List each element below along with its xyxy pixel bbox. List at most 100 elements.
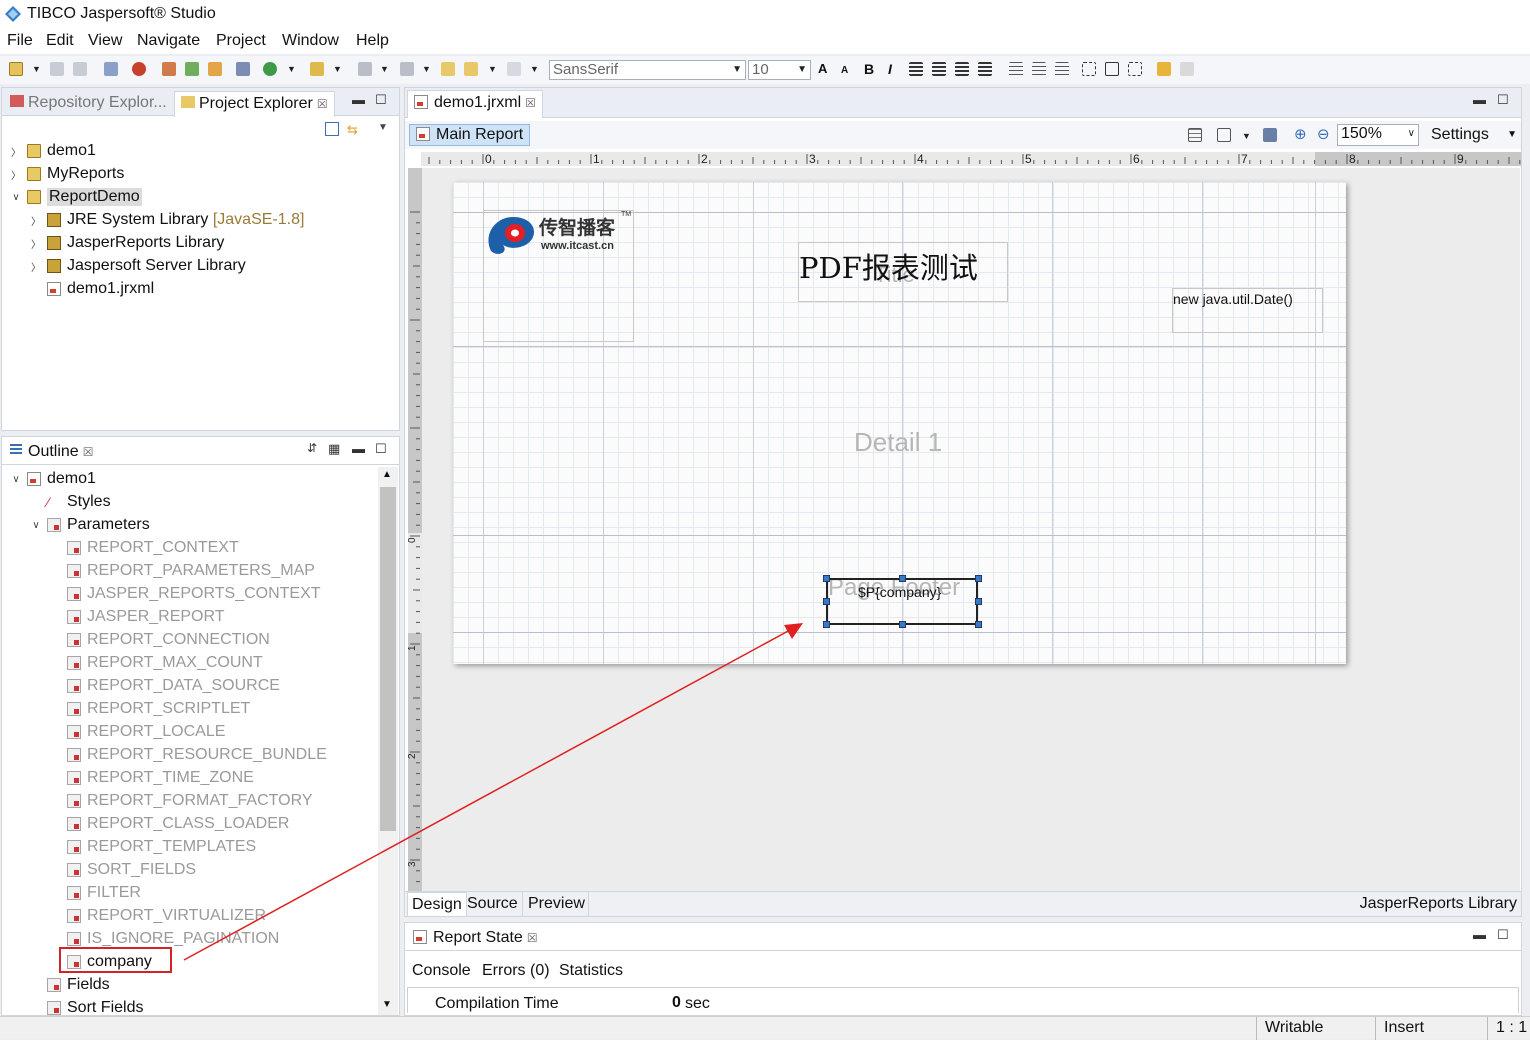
zoom-in-icon[interactable]: ⊕	[1294, 125, 1307, 143]
scroll-down-icon[interactable]: ▼	[382, 999, 392, 1010]
back-icon[interactable]	[464, 62, 478, 76]
resize-handle[interactable]	[975, 575, 982, 582]
align-bottom-icon[interactable]	[1055, 62, 1069, 76]
menu-view[interactable]: View	[88, 32, 122, 50]
scroll-up-icon[interactable]: ▲	[382, 469, 392, 480]
tree-item-jasperreports-library[interactable]: 〉 JasperReports Library	[30, 232, 224, 254]
maximize-icon[interactable]: ☐	[375, 92, 387, 108]
menu-edit[interactable]: Edit	[46, 32, 74, 50]
chevron-down-icon[interactable]: ∨	[30, 520, 42, 531]
resize-handle[interactable]	[899, 621, 906, 628]
outline-param-item[interactable]: REPORT_TIME_ZONE	[50, 767, 254, 789]
tab-source[interactable]: Source	[467, 895, 518, 913]
report-page[interactable]: Title Detail 1 Page Footer 传智播客 TM www.i…	[453, 182, 1346, 664]
external-tools-icon[interactable]	[310, 62, 324, 76]
outline-param-item[interactable]: REPORT_CONTEXT	[50, 537, 239, 559]
font-name-combo[interactable]: SansSerif ▼	[549, 60, 746, 80]
outline-param-item[interactable]: REPORT_DATA_SOURCE	[50, 675, 280, 697]
chevron-right-icon[interactable]: 〉	[30, 213, 42, 228]
menu-project[interactable]: Project	[216, 32, 266, 50]
match-size-icon[interactable]	[1128, 62, 1142, 76]
align-justify-icon[interactable]	[978, 62, 992, 76]
chevron-down-icon[interactable]: ∨	[10, 192, 22, 203]
minimize-icon[interactable]: ▬	[1473, 927, 1486, 942]
tab-demo1-jrxml[interactable]: demo1.jrxml ☒	[407, 90, 543, 118]
publish-icon[interactable]	[185, 62, 199, 76]
outline-param-item[interactable]: REPORT_LOCALE	[50, 721, 225, 743]
forward-dropdown-icon[interactable]: ▼	[530, 64, 539, 74]
prev-annotation-icon[interactable]	[400, 62, 414, 76]
deploy-icon[interactable]	[236, 62, 250, 76]
outline-param-item[interactable]: JASPER_REPORTS_CONTEXT	[50, 583, 321, 605]
outline-param-item[interactable]: SORT_FIELDS	[50, 859, 196, 881]
tree-item-myreports[interactable]: 〉 MyReports	[10, 163, 124, 185]
prev-annotation-dropdown-icon[interactable]: ▼	[422, 64, 431, 74]
tab-outline[interactable]: Outline ☒	[4, 440, 99, 466]
align-right-icon[interactable]	[955, 62, 969, 76]
outline-fields[interactable]: Fields	[30, 974, 110, 996]
chevron-right-icon[interactable]: 〉	[30, 259, 42, 274]
tools-dropdown-icon[interactable]: ▼	[333, 64, 342, 74]
tab-errors[interactable]: Errors (0)	[482, 962, 550, 980]
settings-button[interactable]: Settings ▼	[1425, 124, 1521, 146]
tree-item-demo1[interactable]: 〉 demo1	[10, 140, 96, 162]
back-dropdown-icon[interactable]: ▼	[488, 64, 497, 74]
compile-icon[interactable]	[162, 62, 176, 76]
dataset-dropdown-icon[interactable]: ▼	[1242, 131, 1251, 141]
redo-icon[interactable]	[1180, 62, 1194, 76]
zoom-combo[interactable]: 150% ∨	[1337, 124, 1419, 146]
outline-param-item[interactable]: REPORT_MAX_COUNT	[50, 652, 263, 674]
design-canvas[interactable]: Title Detail 1 Page Footer 传智播客 TM www.i…	[422, 168, 1520, 891]
outline-parameters[interactable]: ∨ Parameters	[30, 514, 149, 536]
match-width-icon[interactable]	[1082, 62, 1096, 76]
grow-font-button[interactable]: A	[818, 61, 827, 76]
new-dropdown-icon[interactable]: ▼	[32, 64, 41, 74]
menu-window[interactable]: Window	[282, 32, 339, 50]
sort-icon[interactable]: ⇵	[307, 441, 317, 455]
resize-handle[interactable]	[823, 598, 830, 605]
logo-image[interactable]: 传智播客 TM www.itcast.cn	[483, 210, 634, 342]
tree-item-jre-library[interactable]: 〉 JRE System Library [JavaSE-1.8]	[30, 209, 304, 231]
font-size-combo[interactable]: 10 ▼	[748, 60, 811, 80]
tab-design[interactable]: Design	[407, 892, 467, 917]
close-icon[interactable]: ☒	[317, 97, 328, 111]
run-dropdown-icon[interactable]: ▼	[287, 64, 296, 74]
layout-icon[interactable]: ▦	[328, 441, 340, 457]
tab-report-state[interactable]: Report State ☒	[407, 926, 544, 952]
tab-statistics[interactable]: Statistics	[559, 962, 623, 980]
resize-handle[interactable]	[975, 598, 982, 605]
close-icon[interactable]: ☒	[525, 96, 536, 110]
close-icon[interactable]: ☒	[527, 931, 538, 945]
wizard-icon[interactable]	[208, 62, 222, 76]
tree-item-server-library[interactable]: 〉 Jaspersoft Server Library	[30, 255, 246, 277]
menu-navigate[interactable]: Navigate	[137, 32, 200, 50]
zoom-out-icon[interactable]: ⊖	[1317, 125, 1330, 143]
align-top-icon[interactable]	[1009, 62, 1023, 76]
link-editor-icon[interactable]: ⇆	[347, 122, 363, 137]
resize-handle[interactable]	[975, 621, 982, 628]
company-text-field[interactable]: $P{company}	[826, 578, 978, 625]
resize-handle[interactable]	[823, 621, 830, 628]
outline-styles[interactable]: ⁄ Styles	[30, 491, 111, 513]
match-height-icon[interactable]	[1105, 62, 1119, 76]
outline-param-item[interactable]: JASPER_REPORT	[50, 606, 225, 628]
italic-button[interactable]: I	[888, 61, 892, 77]
scrollbar-thumb[interactable]	[380, 487, 396, 831]
outline-param-item[interactable]: REPORT_PARAMETERS_MAP	[50, 560, 315, 582]
maximize-icon[interactable]: ☐	[375, 441, 387, 457]
align-center-icon[interactable]	[932, 62, 946, 76]
collapse-all-icon[interactable]	[325, 122, 339, 136]
menu-file[interactable]: File	[7, 32, 33, 50]
chevron-right-icon[interactable]: 〉	[10, 167, 22, 182]
tab-project-explorer[interactable]: Project Explorer ☒	[174, 91, 335, 117]
tab-console[interactable]: Console	[412, 962, 471, 980]
shrink-font-button[interactable]: A	[841, 65, 848, 76]
outline-param-item[interactable]: REPORT_RESOURCE_BUNDLE	[50, 744, 327, 766]
new-icon[interactable]	[9, 62, 23, 76]
print-icon[interactable]	[104, 62, 118, 76]
chevron-right-icon[interactable]: 〉	[10, 144, 22, 159]
chevron-right-icon[interactable]: 〉	[30, 236, 42, 251]
view-menu-icon[interactable]: ▼	[378, 122, 388, 133]
bold-button[interactable]: B	[864, 61, 874, 77]
minimize-icon[interactable]: ▬	[352, 441, 365, 456]
